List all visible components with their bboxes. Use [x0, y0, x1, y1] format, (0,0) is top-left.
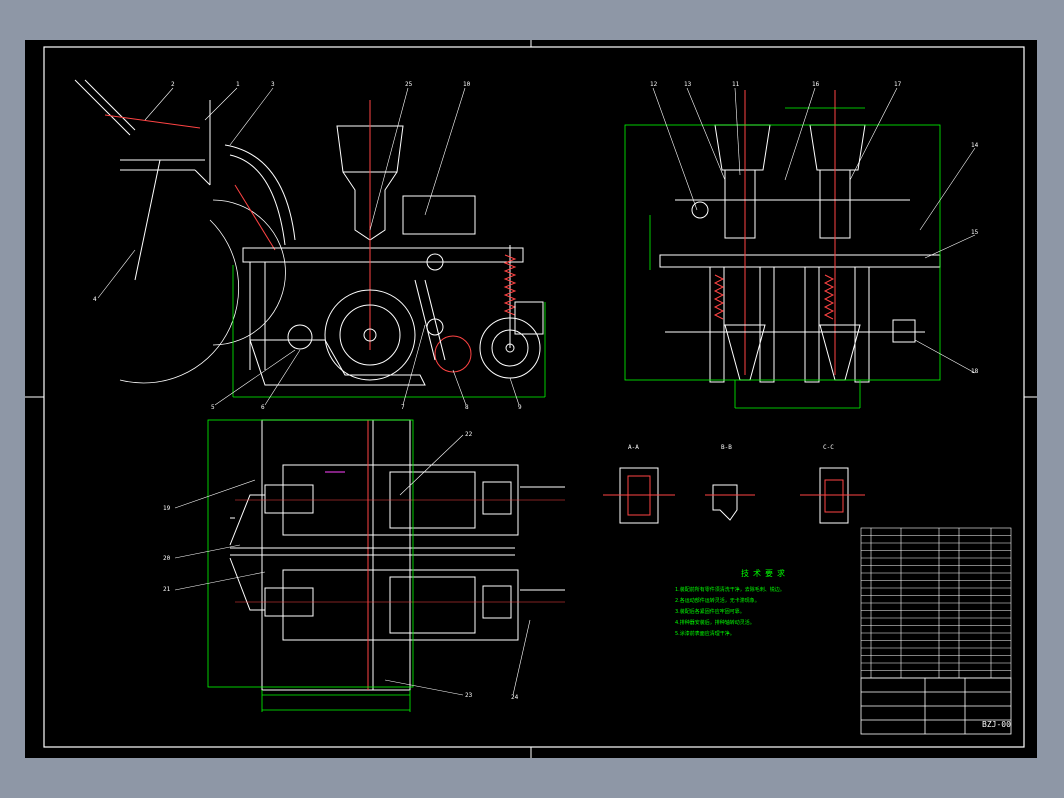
balloon-label: 19	[163, 505, 171, 512]
balloon-label: 18	[971, 368, 979, 375]
center-marks	[25, 40, 1037, 758]
balloon-label: 20	[163, 555, 171, 562]
rear-view-dimensions	[624, 107, 941, 409]
top-view	[229, 419, 565, 691]
side-view-leaders	[97, 87, 520, 406]
side-view	[74, 79, 544, 386]
balloon-label: 12	[650, 81, 658, 88]
balloon-label: 13	[684, 81, 692, 88]
note-line: 5.涂漆前表面应清理干净。	[675, 631, 735, 637]
drawing-sheet: 2 1 3 4 25 10 5 6 7 8 9 12 13 11 16 17 1…	[25, 40, 1037, 758]
balloon-label: 17	[894, 81, 902, 88]
balloon-label: 22	[465, 431, 473, 438]
notes-title: 技术要求	[741, 569, 789, 578]
note-line: 2.各运动部件运转灵活，无卡滞现象。	[675, 598, 760, 604]
balloon-label: 8	[465, 404, 469, 411]
note-line: 4.排种器安装后，排种轴转动灵活。	[675, 620, 755, 626]
section-label: C-C	[823, 444, 834, 451]
balloon-label: 7	[401, 404, 405, 411]
balloon-label: 6	[261, 404, 265, 411]
balloon-label: 4	[93, 296, 97, 303]
parts-list	[860, 527, 1012, 679]
balloon-label: 1	[236, 81, 240, 88]
balloon-label: 24	[511, 694, 519, 701]
section-label: B-B	[721, 444, 732, 451]
balloon-label: 11	[732, 81, 740, 88]
balloon-label: 25	[405, 81, 413, 88]
note-line: 3.装配后各紧固件应牢固可靠。	[675, 609, 745, 615]
top-view-centerlines	[235, 499, 565, 603]
balloon-label: 15	[971, 229, 979, 236]
balloon-label: 16	[812, 81, 820, 88]
balloon-label: 14	[971, 142, 979, 149]
top-view-leaders	[174, 434, 531, 696]
balloon-label: 10	[463, 81, 471, 88]
side-view-dimensions	[232, 265, 546, 398]
balloon-label: 9	[518, 404, 522, 411]
assembly-drawing	[25, 40, 1037, 758]
note-line: 1.装配前所有零件须清洗干净，去除毛刺、锐边。	[675, 587, 785, 593]
balloon-label: 5	[211, 404, 215, 411]
rear-view-leaders	[652, 87, 976, 374]
balloon-label: 3	[271, 81, 275, 88]
section-details	[603, 467, 865, 524]
balloon-label: 21	[163, 586, 171, 593]
top-view-dimensions	[207, 419, 414, 712]
balloon-label: 2	[171, 81, 175, 88]
technical-notes: 技术要求 1.装配前所有零件须清洗干净，去除毛刺、锐边。 2.各运动部件运转灵活…	[675, 568, 855, 640]
balloon-label: 23	[465, 692, 473, 699]
drawing-number: BZJ-00	[982, 720, 1011, 729]
section-label: A-A	[628, 444, 639, 451]
